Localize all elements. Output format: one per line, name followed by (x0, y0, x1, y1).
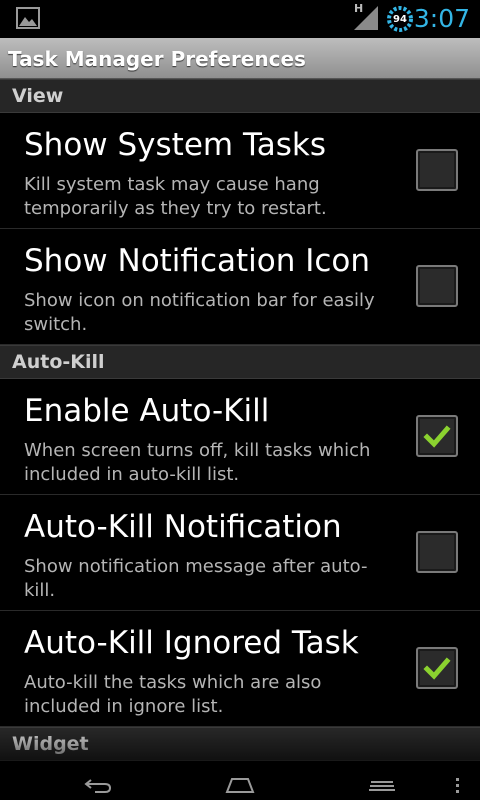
back-icon (84, 779, 112, 793)
category-header-view: View (0, 79, 480, 113)
menu-button[interactable] (438, 773, 478, 797)
pref-auto-kill-notification[interactable]: Auto-Kill Notification Show notification… (0, 495, 480, 611)
back-button[interactable] (78, 773, 118, 797)
pref-auto-kill-ignored-task[interactable]: Auto-Kill Ignored Task Auto-kill the tas… (0, 611, 480, 727)
pref-title: Show System Tasks (24, 127, 327, 163)
pref-summary: Show icon on notification bar for easily… (24, 290, 375, 335)
category-header-auto-kill: Auto-Kill (0, 345, 480, 379)
page-title: Task Manager Preferences (8, 47, 306, 71)
category-header-widget: Widget (0, 727, 480, 761)
enable-auto-kill-checkbox[interactable] (416, 415, 458, 457)
pref-summary: Auto-kill the tasks which are also inclu… (24, 672, 322, 717)
status-bar: H 94 3:07 (0, 0, 480, 38)
auto-kill-ignored-task-checkbox[interactable] (416, 647, 458, 689)
checkmark-icon (423, 425, 451, 448)
battery-level: 94 (393, 13, 407, 25)
title-bar: Task Manager Preferences (0, 38, 480, 79)
pref-title: Show Notification Icon (24, 243, 371, 279)
pref-summary: When screen turns off, kill tasks which … (24, 440, 371, 485)
auto-kill-notification-checkbox[interactable] (416, 531, 458, 573)
pref-show-system-tasks[interactable]: Show System Tasks Kill system task may c… (0, 113, 480, 229)
menu-icon (456, 778, 459, 793)
home-icon (225, 778, 255, 793)
checkmark-icon (423, 657, 451, 680)
pref-show-notification-icon[interactable]: Show Notification Icon Show icon on noti… (0, 229, 480, 345)
pref-summary: Kill system task may cause hang temporar… (24, 174, 327, 219)
navigation-bar (0, 769, 480, 800)
pref-title: Enable Auto-Kill (24, 393, 270, 429)
show-notification-icon-checkbox[interactable] (416, 265, 458, 307)
pref-title: Auto-Kill Ignored Task (24, 625, 359, 661)
pref-enable-auto-kill[interactable]: Enable Auto-Kill When screen turns off, … (0, 379, 480, 495)
recent-apps-icon (369, 781, 395, 791)
gallery-icon (16, 7, 40, 29)
clock: 3:07 (413, 4, 470, 33)
pref-summary: Show notification message after auto-kil… (24, 556, 368, 601)
pref-title: Auto-Kill Notification (24, 509, 342, 545)
home-button[interactable] (220, 773, 260, 797)
signal-icon (354, 6, 378, 30)
show-system-tasks-checkbox[interactable] (416, 149, 458, 191)
recent-apps-button[interactable] (362, 773, 402, 797)
preferences-list[interactable]: View Show System Tasks Kill system task … (0, 79, 480, 769)
